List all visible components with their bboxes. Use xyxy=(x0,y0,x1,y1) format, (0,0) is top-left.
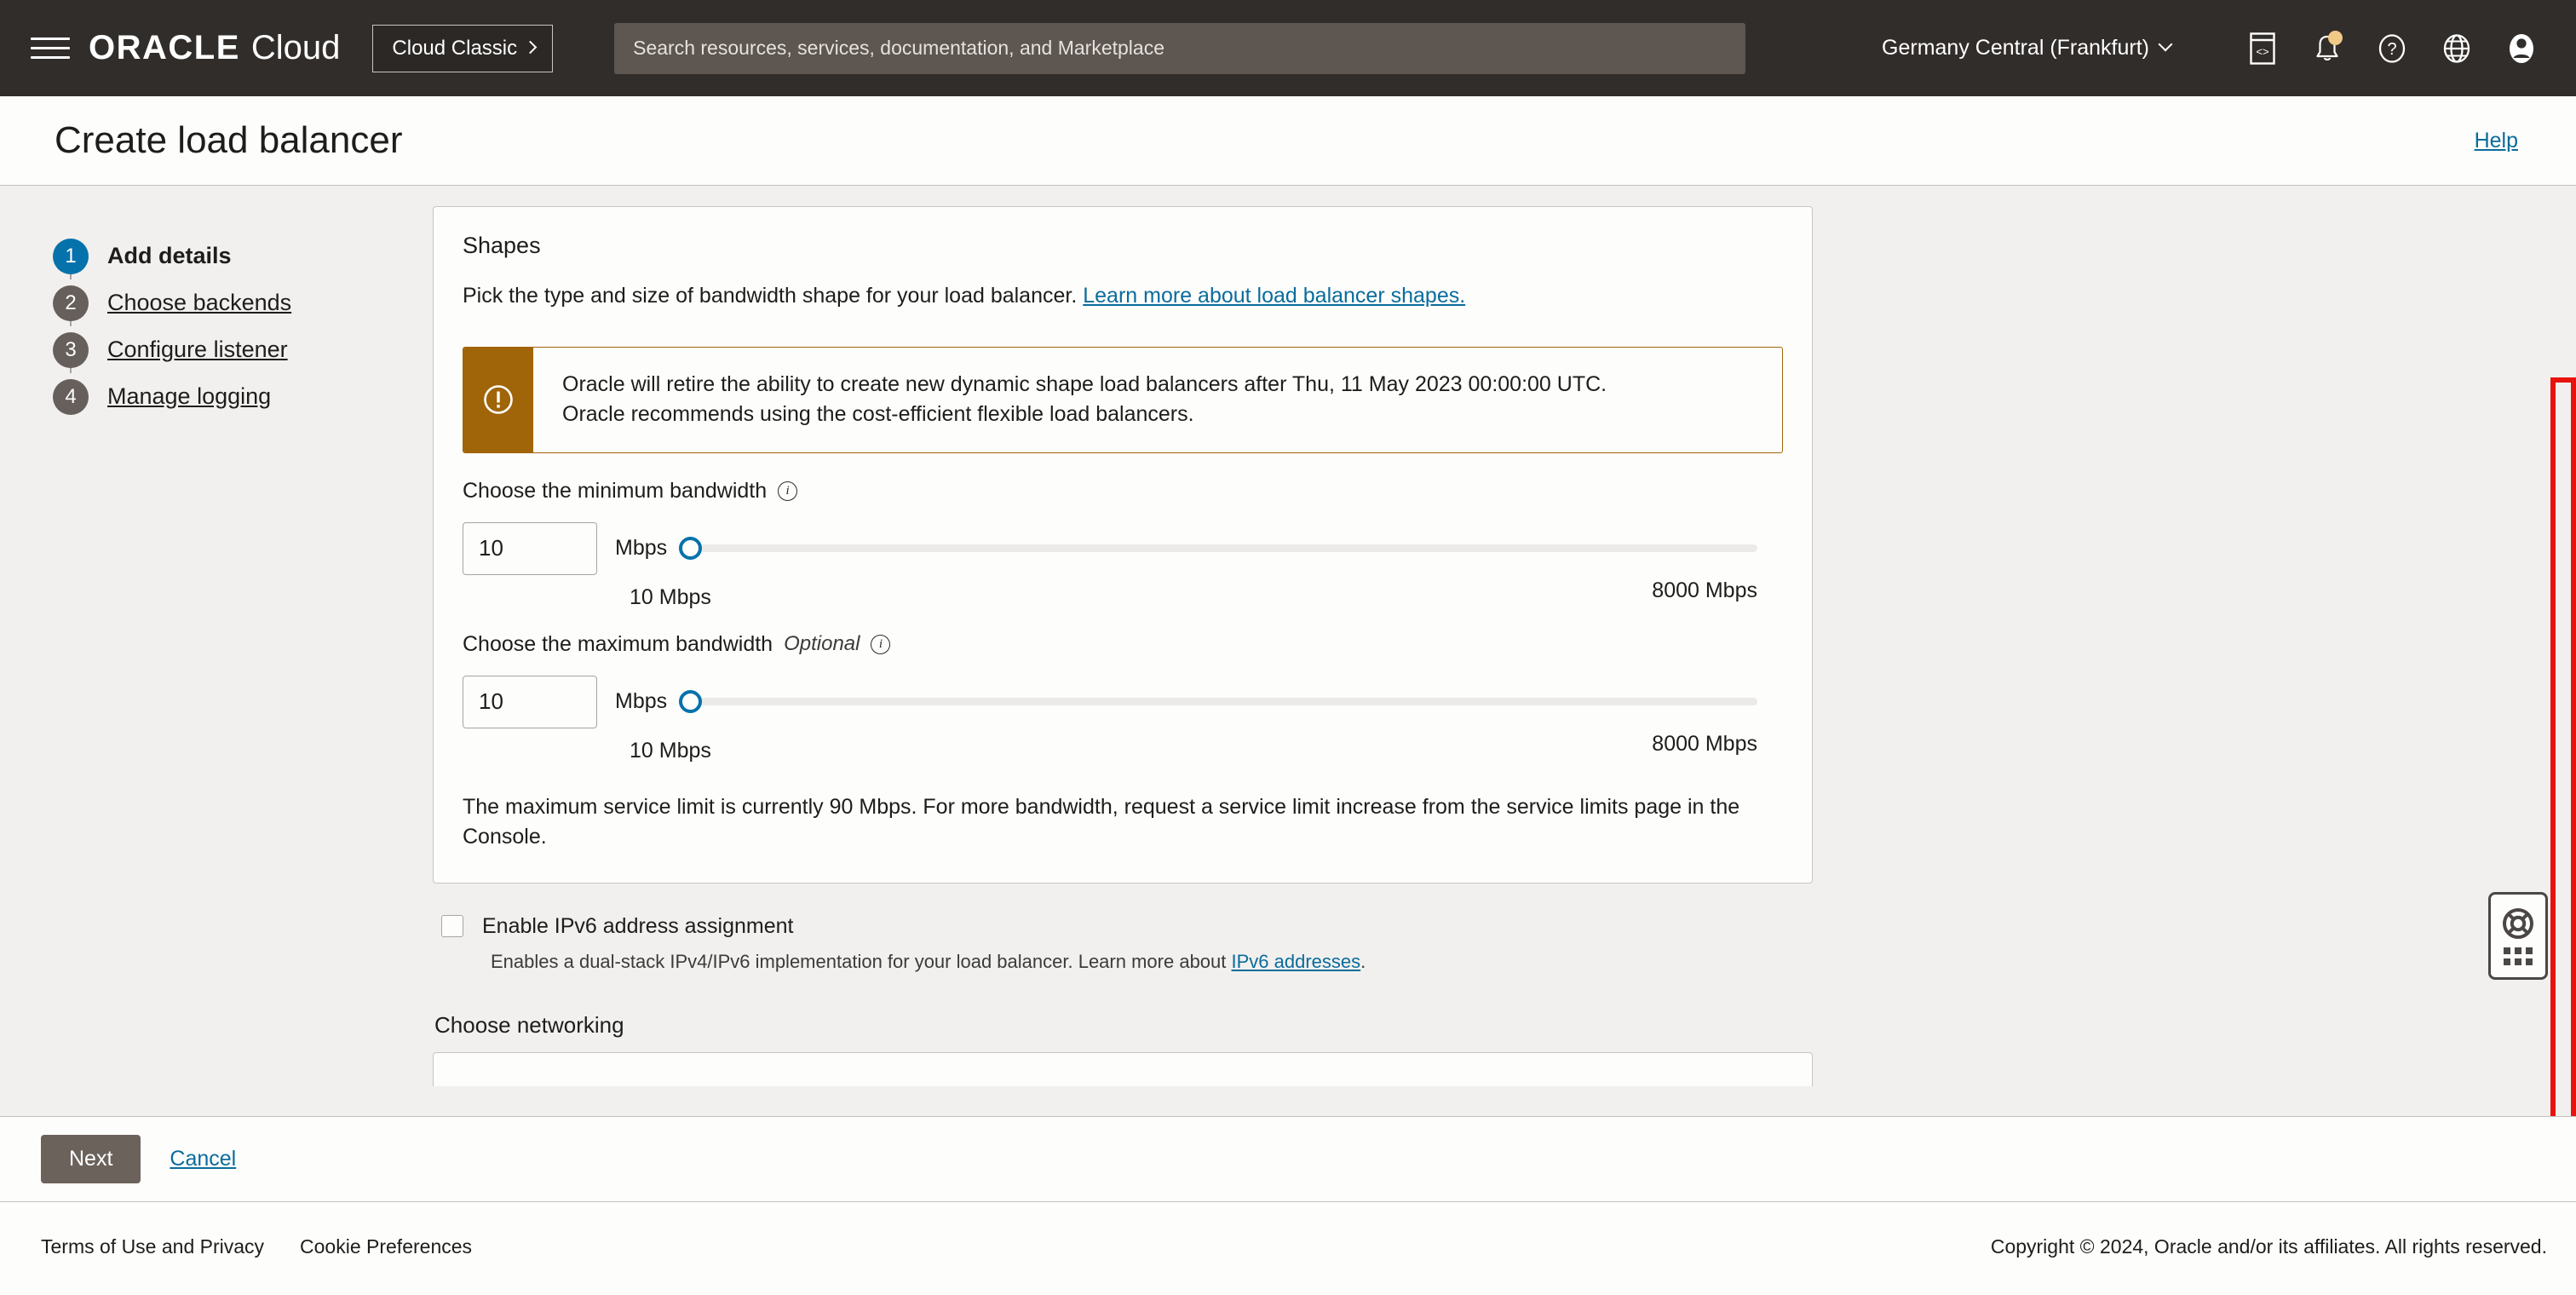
min-bandwidth-label: Choose the minimum bandwidth xyxy=(463,479,767,504)
cloud-shell-icon[interactable]: <> xyxy=(2230,0,2295,96)
search-input[interactable]: Search resources, services, documentatio… xyxy=(614,23,1745,74)
floating-help-widget[interactable] xyxy=(2488,892,2548,980)
svg-text:?: ? xyxy=(2387,40,2396,59)
page-footer: Terms of Use and Privacy Cookie Preferen… xyxy=(0,1201,2576,1291)
max-bandwidth-slider-thumb[interactable] xyxy=(679,690,702,713)
min-bandwidth-slider-track[interactable] xyxy=(691,544,1757,552)
min-bandwidth-input[interactable] xyxy=(463,522,597,575)
oracle-cloud-logo: ORACLE Cloud xyxy=(89,29,340,67)
warning-exclamation-icon xyxy=(463,348,533,452)
copyright-text: Copyright © 2024, Oracle and/or its affi… xyxy=(1991,1235,2547,1258)
notifications-bell-icon[interactable] xyxy=(2295,0,2360,96)
warning-text: Oracle will retire the ability to create… xyxy=(533,348,1630,452)
lifebuoy-icon xyxy=(2501,906,2535,941)
max-bandwidth-slider[interactable] xyxy=(679,688,1757,716)
min-bandwidth-label-row: Choose the minimum bandwidth i xyxy=(463,479,1783,504)
learn-more-shapes-link[interactable]: Learn more about load balancer shapes. xyxy=(1083,284,1465,308)
page-header: Create load balancer Help xyxy=(0,96,2576,186)
step-number-3: 3 xyxy=(53,332,89,368)
cloud-classic-label: Cloud Classic xyxy=(392,37,517,60)
ipv6-checkbox-label: Enable IPv6 address assignment xyxy=(482,914,794,939)
ipv6-checkbox-row[interactable]: Enable IPv6 address assignment xyxy=(441,914,2576,939)
max-bandwidth-scale-max: 8000 Mbps xyxy=(1652,732,1757,757)
sidebar-step-add-details[interactable]: 1 Add details xyxy=(53,233,433,279)
language-globe-icon[interactable] xyxy=(2424,0,2489,96)
min-bandwidth-slider[interactable] xyxy=(679,535,1757,562)
max-bandwidth-slider-track[interactable] xyxy=(691,698,1757,705)
hamburger-menu-icon[interactable] xyxy=(31,32,70,66)
footer-links: Terms of Use and Privacy Cookie Preferen… xyxy=(41,1235,472,1258)
sidebar-step-configure-listener[interactable]: 3 Configure listener xyxy=(53,326,433,373)
max-bandwidth-control-row: Mbps xyxy=(463,676,1783,728)
top-navigation-bar: ORACLE Cloud Cloud Classic Search resour… xyxy=(0,0,2576,96)
step-number-4: 4 xyxy=(53,379,89,415)
step-label-configure-listener[interactable]: Configure listener xyxy=(107,337,288,363)
drag-handle-dots-icon[interactable] xyxy=(2504,947,2533,965)
help-question-icon[interactable]: ? xyxy=(2360,0,2424,96)
notification-badge xyxy=(2328,31,2343,45)
max-bandwidth-scale-min: 10 Mbps xyxy=(630,739,711,763)
min-bandwidth-slider-thumb[interactable] xyxy=(679,537,702,560)
wizard-sidebar: 1 Add details 2 Choose backends 3 Config… xyxy=(0,186,433,1116)
terms-of-use-link[interactable]: Terms of Use and Privacy xyxy=(41,1235,264,1258)
step-number-1: 1 xyxy=(53,239,89,274)
min-bandwidth-scale-min: 10 Mbps xyxy=(630,585,711,610)
sidebar-step-choose-backends[interactable]: 2 Choose backends xyxy=(53,279,433,326)
top-nav-right-group: Germany Central (Frankfurt) <> ? xyxy=(1882,0,2554,96)
cloud-classic-button[interactable]: Cloud Classic xyxy=(372,25,553,72)
brand-oracle-text: ORACLE xyxy=(89,29,240,67)
chevron-right-icon xyxy=(524,41,538,55)
service-limit-note: The maximum service limit is currently 9… xyxy=(463,792,1783,852)
max-bandwidth-unit: Mbps xyxy=(615,689,667,714)
page-title: Create load balancer xyxy=(55,119,402,162)
warning-line-1: Oracle will retire the ability to create… xyxy=(562,370,1607,400)
shapes-card: Shapes Pick the type and size of bandwid… xyxy=(433,206,1813,883)
ipv6-checkbox[interactable] xyxy=(441,915,463,937)
region-selector[interactable]: Germany Central (Frankfurt) xyxy=(1882,36,2196,60)
max-bandwidth-label: Choose the maximum bandwidth xyxy=(463,632,773,657)
max-bandwidth-input[interactable] xyxy=(463,676,597,728)
step-label-add-details: Add details xyxy=(107,243,232,269)
step-number-2: 2 xyxy=(53,285,89,321)
region-label: Germany Central (Frankfurt) xyxy=(1882,36,2149,60)
step-label-choose-backends[interactable]: Choose backends xyxy=(107,290,291,316)
choose-networking-heading: Choose networking xyxy=(434,1012,2576,1039)
warning-line-2: Oracle recommends using the cost-efficie… xyxy=(562,400,1607,430)
max-bandwidth-optional-tag: Optional xyxy=(784,632,860,656)
next-button[interactable]: Next xyxy=(41,1135,141,1183)
cookie-preferences-link[interactable]: Cookie Preferences xyxy=(300,1235,472,1258)
dynamic-shape-retirement-warning: Oracle will retire the ability to create… xyxy=(463,347,1783,453)
shapes-heading: Shapes xyxy=(463,233,1783,259)
brand-cloud-text: Cloud xyxy=(251,29,341,67)
user-avatar-icon[interactable] xyxy=(2489,0,2554,96)
wizard-action-bar: Next Cancel xyxy=(0,1116,2576,1201)
min-bandwidth-scale-max: 8000 Mbps xyxy=(1652,578,1757,603)
choose-networking-card xyxy=(433,1052,1813,1086)
chevron-down-icon xyxy=(2159,37,2173,51)
min-bandwidth-scale: 10 Mbps 8000 Mbps xyxy=(630,585,1757,610)
shapes-description-text: Pick the type and size of bandwidth shap… xyxy=(463,284,1077,308)
wizard-steps: 1 Add details 2 Choose backends 3 Config… xyxy=(53,233,433,420)
help-link[interactable]: Help xyxy=(2475,129,2518,153)
step-label-manage-logging[interactable]: Manage logging xyxy=(107,383,271,410)
main-content: Shapes Pick the type and size of bandwid… xyxy=(433,186,2576,1116)
max-bandwidth-scale: 10 Mbps 8000 Mbps xyxy=(630,739,1757,763)
svg-text:<>: <> xyxy=(2256,45,2268,58)
ipv6-help-text: Enables a dual-stack IPv4/IPv6 implement… xyxy=(491,951,2576,973)
min-bandwidth-control-row: Mbps xyxy=(463,522,1783,575)
sidebar-step-manage-logging[interactable]: 4 Manage logging xyxy=(53,373,433,420)
ipv6-help-suffix: . xyxy=(1360,951,1366,972)
info-icon[interactable]: i xyxy=(778,481,797,501)
min-bandwidth-unit: Mbps xyxy=(615,536,667,561)
ipv6-addresses-link[interactable]: IPv6 addresses xyxy=(1232,951,1361,972)
page-body: 1 Add details 2 Choose backends 3 Config… xyxy=(0,186,2576,1116)
ipv6-help-prefix: Enables a dual-stack IPv4/IPv6 implement… xyxy=(491,951,1226,972)
info-icon[interactable]: i xyxy=(871,635,890,654)
cancel-button[interactable]: Cancel xyxy=(170,1147,236,1171)
max-bandwidth-label-row: Choose the maximum bandwidth Optional i xyxy=(463,632,1783,657)
search-placeholder-text: Search resources, services, documentatio… xyxy=(633,37,1164,60)
shapes-description: Pick the type and size of bandwidth shap… xyxy=(463,282,1783,311)
